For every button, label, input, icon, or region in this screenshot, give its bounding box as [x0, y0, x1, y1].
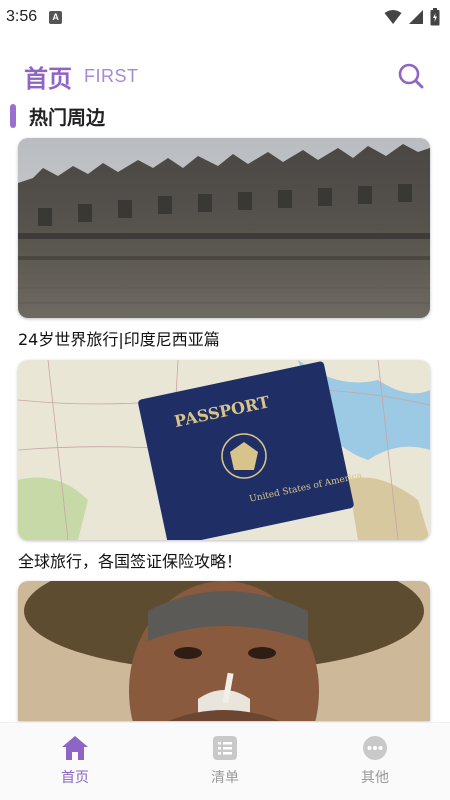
- page-title: 首页: [24, 64, 72, 93]
- article-card[interactable]: PASSPORT United States of America 全球旅行，各…: [18, 360, 430, 572]
- more-icon: [363, 736, 387, 760]
- portrait-photo: [18, 581, 430, 721]
- card-title[interactable]: 全球旅行，各国签证保险攻略！: [18, 548, 430, 572]
- bottom-tab-bar: 首页 清单 其他: [0, 722, 450, 800]
- tab-list[interactable]: 清单: [150, 723, 300, 800]
- signal-icon: [409, 10, 423, 24]
- status-icons: [384, 8, 440, 26]
- status-time: 3:56: [6, 8, 38, 25]
- list-icon: [213, 736, 237, 760]
- card-image-passport[interactable]: PASSPORT United States of America: [18, 360, 430, 540]
- tab-label: 首页: [61, 770, 89, 786]
- temple-photo: [18, 138, 430, 318]
- tab-label: 清单: [211, 770, 239, 786]
- page-subtitle: FIRST: [84, 65, 139, 86]
- passport-map-photo: PASSPORT United States of America: [18, 360, 430, 540]
- tab-label: 其他: [361, 770, 389, 786]
- battery-icon: [430, 8, 440, 26]
- tab-other[interactable]: 其他: [300, 723, 450, 800]
- home-icon: [62, 736, 88, 760]
- card-title[interactable]: 24岁世界旅行|印度尼西亚篇: [18, 326, 430, 350]
- notification-icon: A: [49, 10, 63, 24]
- search-button[interactable]: [396, 61, 426, 91]
- page-header: 首页 FIRST: [24, 56, 426, 96]
- status-bar: 3:56 A: [0, 0, 450, 34]
- section-title: 热门周边: [29, 106, 106, 129]
- wifi-icon: [384, 10, 402, 24]
- card-image-borobudur[interactable]: [18, 138, 430, 318]
- card-image-portrait[interactable]: [18, 581, 430, 721]
- section-header: 热门周边: [10, 102, 105, 130]
- section-accent-bar: [10, 104, 16, 128]
- article-card[interactable]: 24岁世界旅行|印度尼西亚篇: [18, 138, 430, 350]
- tab-home[interactable]: 首页: [0, 723, 150, 800]
- article-card[interactable]: [18, 581, 430, 721]
- search-icon: [398, 63, 424, 89]
